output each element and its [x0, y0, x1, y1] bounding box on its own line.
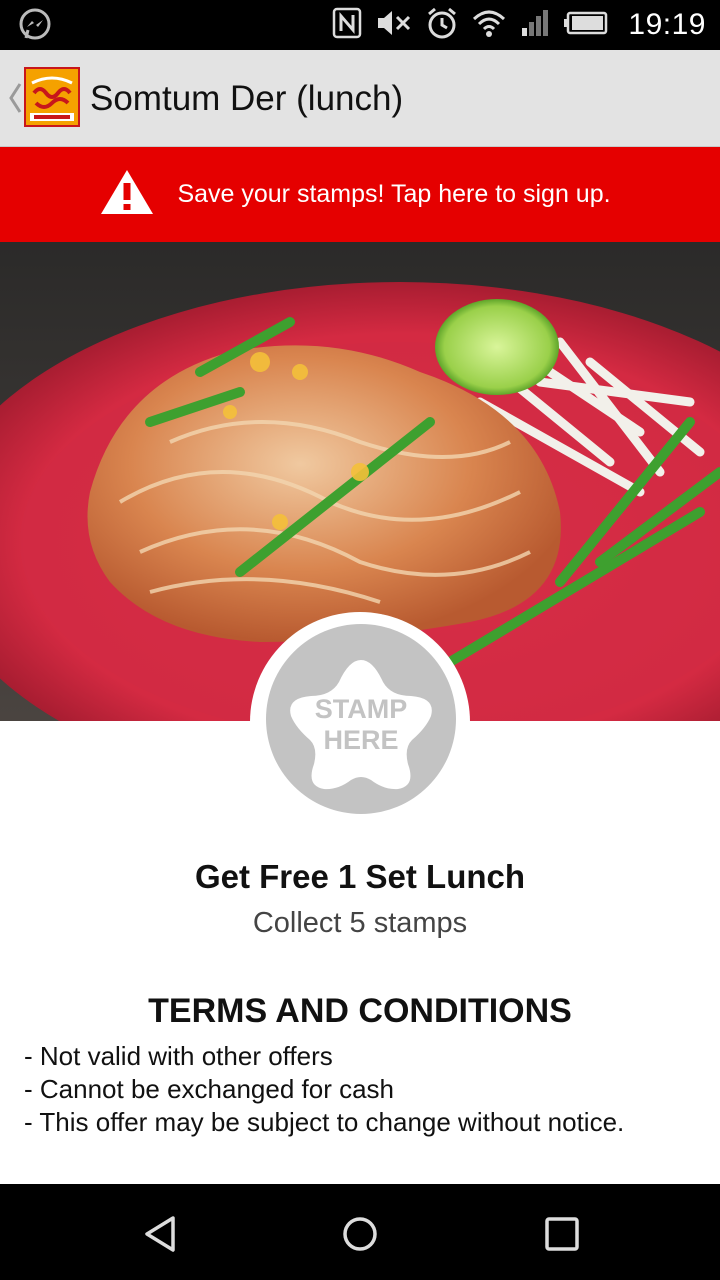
navigation-bar [0, 1184, 720, 1280]
stamp-label: STAMP HERE [266, 694, 456, 756]
page-title: Somtum Der (lunch) [90, 79, 404, 118]
terms-list: - Not valid with other offers - Cannot b… [24, 1040, 714, 1139]
alarm-icon [426, 6, 458, 45]
terms-item: - Cannot be exchanged for cash [24, 1074, 395, 1104]
status-bar: 19:19 [0, 0, 720, 50]
nfc-icon [332, 7, 362, 44]
clock-time: 19:19 [628, 8, 706, 41]
action-bar: Somtum Der (lunch) [0, 50, 720, 147]
terms-item: - Not valid with other offers [24, 1041, 333, 1071]
stamp-label-line2: HERE [323, 725, 399, 755]
wifi-icon [472, 8, 506, 43]
warning-icon [99, 168, 155, 221]
battery-icon [564, 11, 608, 40]
terms-title: TERMS AND CONDITIONS [148, 992, 572, 1030]
mute-icon [376, 8, 412, 43]
signal-icon [520, 8, 550, 43]
signup-banner[interactable]: Save your stamps! Tap here to sign up. [0, 147, 720, 242]
signup-banner-text: Save your stamps! Tap here to sign up. [177, 180, 611, 208]
terms-item: - This offer may be subject to change wi… [24, 1107, 625, 1137]
recents-icon[interactable] [542, 1214, 582, 1259]
home-icon[interactable] [340, 1214, 380, 1259]
somtum-der-logo[interactable] [24, 67, 80, 127]
messenger-icon [18, 8, 52, 47]
reward-title: Get Free 1 Set Lunch [194, 858, 526, 895]
reward-subtitle: Collect 5 stamps [252, 907, 468, 939]
back-icon[interactable] [140, 1214, 180, 1259]
stamp-label-line1: STAMP [314, 694, 408, 724]
back-chevron-icon[interactable] [8, 82, 22, 119]
